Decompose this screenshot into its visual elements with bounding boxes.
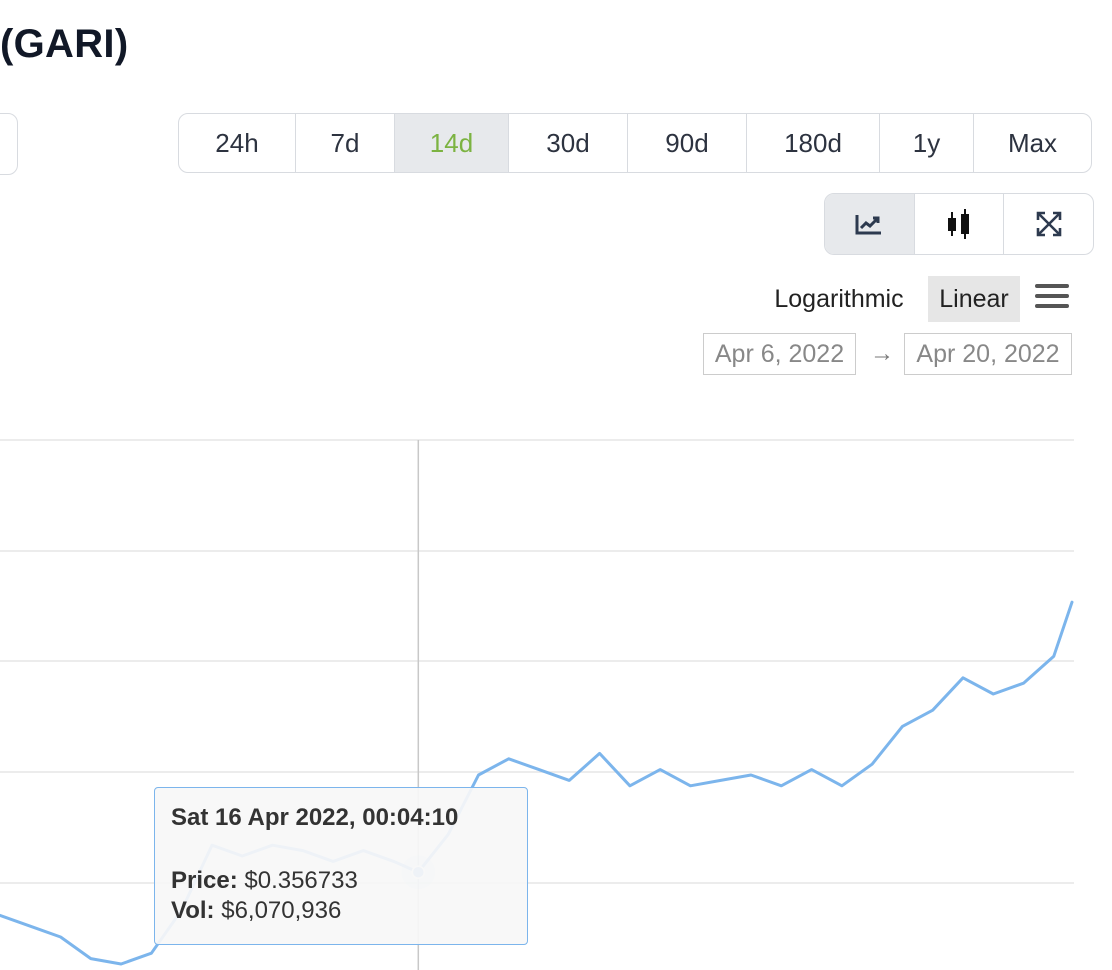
tooltip-price-value: $0.356733 — [244, 867, 358, 894]
tooltip-vol-row: Vol: $6,070,936 — [171, 896, 511, 926]
tooltip-date: Sat 16 Apr 2022, 00:04:10 — [171, 804, 459, 831]
tooltip-price-label: Price: — [171, 867, 238, 894]
tooltip-vol-label: Vol: — [171, 897, 215, 924]
price-tooltip: Sat 16 Apr 2022, 00:04:10 Price: $0.3567… — [154, 787, 528, 945]
tooltip-vol-value: $6,070,936 — [221, 897, 342, 924]
tooltip-price-row: Price: $0.356733 — [171, 866, 511, 896]
